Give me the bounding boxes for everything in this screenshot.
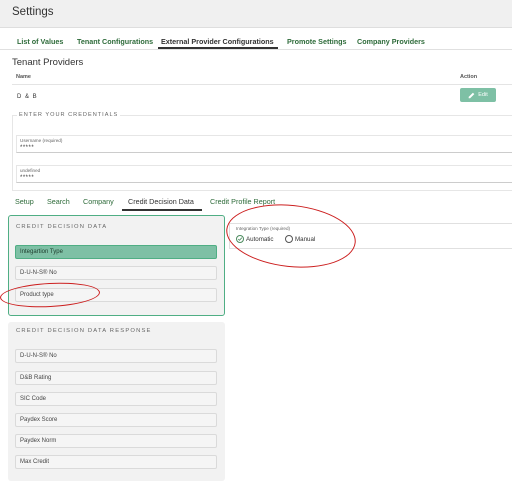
active-subtab-indicator bbox=[122, 209, 202, 211]
username-field[interactable]: Username (required) ***** bbox=[16, 135, 512, 153]
response-item-paydex-norm[interactable]: Paydex Norm bbox=[15, 434, 217, 448]
table-header-divider bbox=[12, 84, 512, 85]
item-duns-no[interactable]: D-U-N-S® No bbox=[15, 266, 217, 280]
annotation-ellipse-integration bbox=[223, 198, 359, 274]
provider-name: D & B bbox=[17, 94, 38, 100]
credit-decision-data-title: CREDIT DECISION DATA bbox=[16, 224, 108, 230]
tab-external-provider-configurations[interactable]: External Provider Configurations bbox=[161, 37, 274, 46]
response-item-db-rating[interactable]: D&B Rating bbox=[15, 371, 217, 385]
secondary-credential-label: undefined bbox=[20, 168, 41, 173]
secondary-credential-value: ***** bbox=[20, 175, 35, 181]
active-tab-indicator bbox=[158, 47, 278, 49]
response-item-sic-code[interactable]: SIC Code bbox=[15, 392, 217, 406]
page-title: Settings bbox=[12, 6, 54, 18]
tab-list-of-values[interactable]: List of Values bbox=[17, 37, 63, 46]
edit-button-label: Edit bbox=[478, 92, 488, 98]
pencil-icon bbox=[468, 92, 475, 98]
tab-tenant-configurations[interactable]: Tenant Configurations bbox=[77, 37, 153, 46]
secondary-credential-field[interactable]: undefined ***** bbox=[16, 165, 512, 183]
tab-promote-settings[interactable]: Promote Settings bbox=[287, 37, 347, 46]
top-bar: Settings bbox=[0, 0, 512, 28]
response-item-max-credit[interactable]: Max Credit bbox=[15, 455, 217, 469]
column-header-action: Action bbox=[460, 74, 478, 80]
item-integration-type[interactable]: Integartion Type bbox=[15, 245, 217, 259]
subtab-search[interactable]: Search bbox=[47, 197, 70, 206]
tab-company-providers[interactable]: Company Providers bbox=[357, 37, 425, 46]
response-item-duns-no[interactable]: D-U-N-S® No bbox=[15, 349, 217, 363]
edit-button[interactable]: Edit bbox=[460, 88, 496, 102]
username-value: ***** bbox=[20, 145, 35, 151]
credentials-title: ENTER YOUR CREDENTIALS bbox=[17, 112, 121, 118]
response-item-paydex-score[interactable]: Paydex Score bbox=[15, 413, 217, 427]
username-label: Username (required) bbox=[20, 138, 63, 143]
column-header-name: Name bbox=[16, 74, 31, 80]
subtab-credit-decision-data[interactable]: Credit Decision Data bbox=[128, 197, 194, 206]
credit-decision-response-title: CREDIT DECISION DATA RESPONSE bbox=[16, 328, 152, 334]
subtab-company[interactable]: Company bbox=[83, 197, 114, 206]
subtab-setup[interactable]: Setup bbox=[15, 197, 34, 206]
tenant-providers-title: Tenant Providers bbox=[12, 57, 84, 68]
